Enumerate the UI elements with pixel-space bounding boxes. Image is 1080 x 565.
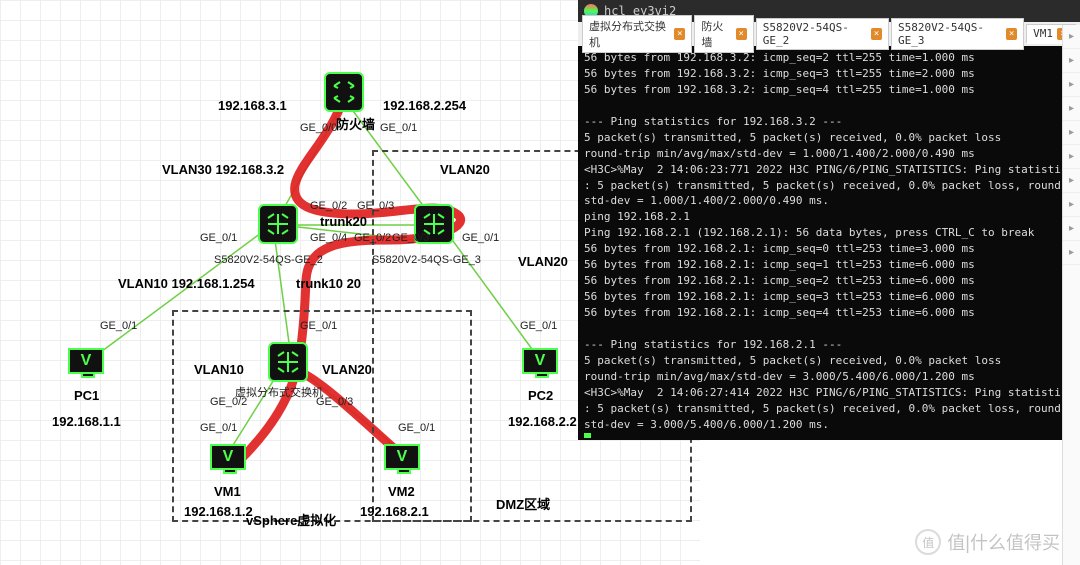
watermark: 值值|什么值得买 — [915, 529, 1060, 555]
port-vm2-g01: GE_0/1 — [398, 422, 435, 434]
tab-sw3[interactable]: S5820V2-54QS-GE_3× — [891, 18, 1024, 50]
pc-icon: V — [384, 444, 424, 480]
close-icon[interactable]: × — [736, 28, 747, 40]
sw3-name: S5820V2-54QS-GE_3 — [372, 254, 481, 266]
outline-panel: ▸▸▸▸▸▸▸▸▸▸ — [1062, 25, 1080, 565]
tab-sw2[interactable]: S5820V2-54QS-GE_2× — [756, 18, 889, 50]
pc2-name: PC2 — [528, 388, 553, 403]
close-icon[interactable]: × — [1006, 28, 1017, 40]
port-pc2-g01: GE_0/1 — [520, 320, 557, 332]
tab-dvs[interactable]: 虚拟分布式交换机× — [582, 15, 692, 53]
terminal-output[interactable]: 56 bytes from 192.168.3.2: icmp_seq=2 tt… — [578, 46, 1080, 438]
port-sw3-g02: GE_0/2 — [354, 232, 391, 244]
vm2-ip: 192.168.2.1 — [360, 504, 429, 519]
firewall-icon — [324, 72, 364, 112]
tab-firewall[interactable]: 防火墙× — [694, 15, 753, 53]
switch-icon — [258, 204, 298, 244]
vm2-name: VM2 — [388, 484, 415, 499]
zone-vsphere-label: vSphere虚拟化 — [246, 510, 336, 529]
firewall-name: 防火墙 — [336, 114, 375, 133]
firewall-ip-right: 192.168.2.254 — [383, 98, 466, 113]
close-icon[interactable]: × — [871, 28, 882, 40]
trunk1020-label: trunk10 20 — [296, 276, 361, 291]
terminal-tabs: 虚拟分布式交换机× 防火墙× S5820V2-54QS-GE_2× S5820V… — [578, 22, 1080, 46]
device-dvs[interactable] — [268, 342, 308, 382]
zone-dmz-label: DMZ区域 — [496, 494, 550, 513]
port-fw-g00: GE_0/0 — [300, 122, 337, 134]
device-pc2[interactable]: V PC2 — [522, 348, 562, 384]
pc-icon: V — [522, 348, 562, 384]
port-sw3-g01: GE_0/1 — [462, 232, 499, 244]
pc-icon: V — [210, 444, 250, 480]
device-pc1[interactable]: V PC1 — [68, 348, 108, 384]
device-vm1[interactable]: V VM1 — [210, 444, 250, 480]
port-dvs-g03: GE_0/3 — [316, 396, 353, 408]
close-icon[interactable]: × — [674, 28, 685, 40]
switch-icon — [268, 342, 308, 382]
device-vm2[interactable]: V VM2 — [384, 444, 424, 480]
port-sw2-g03: GE_0/3 — [357, 200, 394, 212]
vlan20-label-b: VLAN20 — [518, 254, 568, 269]
pc2-ip: 192.168.2.2 — [508, 414, 577, 429]
pc1-ip: 192.168.1.1 — [52, 414, 121, 429]
vlan20c-label: VLAN20 — [322, 362, 372, 377]
device-firewall[interactable]: 防火墙 — [324, 72, 364, 112]
sw2-name: S5820V2-54QS-GE_2 — [214, 254, 323, 266]
port-sw2-g01: GE_0/1 — [200, 232, 237, 244]
firewall-ip-left: 192.168.3.1 — [218, 98, 287, 113]
vm1-ip: 192.168.1.2 — [184, 504, 253, 519]
port-vm1-g01: GE_0/1 — [200, 422, 237, 434]
vlan10-label: VLAN10 192.168.1.254 — [118, 276, 255, 291]
port-fw-g01: GE_0/1 — [380, 122, 417, 134]
port-dvs-g02: GE_0/2 — [210, 396, 247, 408]
port-pc1-g01: GE_0/1 — [100, 320, 137, 332]
terminal-window: hcl_ey3vi2 虚拟分布式交换机× 防火墙× S5820V2-54QS-G… — [578, 0, 1080, 440]
trunk20-label: trunk20 — [320, 214, 367, 229]
device-sw2[interactable] — [258, 204, 298, 244]
port-sw2-g04: GE_0/4 — [310, 232, 347, 244]
port-sw2-g02: GE_0/2 — [310, 200, 347, 212]
pc-icon: V — [68, 348, 108, 384]
vlan10b-label: VLAN10 — [194, 362, 244, 377]
vlan20-label-a: VLAN20 — [440, 162, 490, 177]
port-dvs-g01: GE_0/1 — [300, 320, 337, 332]
pc1-name: PC1 — [74, 388, 99, 403]
port-sw3-g03: GE_0/3 — [392, 232, 429, 244]
vm1-name: VM1 — [214, 484, 241, 499]
vlan30-label: VLAN30 192.168.3.2 — [162, 162, 284, 177]
dvs-name: 虚拟分布式交换机 — [235, 384, 323, 400]
